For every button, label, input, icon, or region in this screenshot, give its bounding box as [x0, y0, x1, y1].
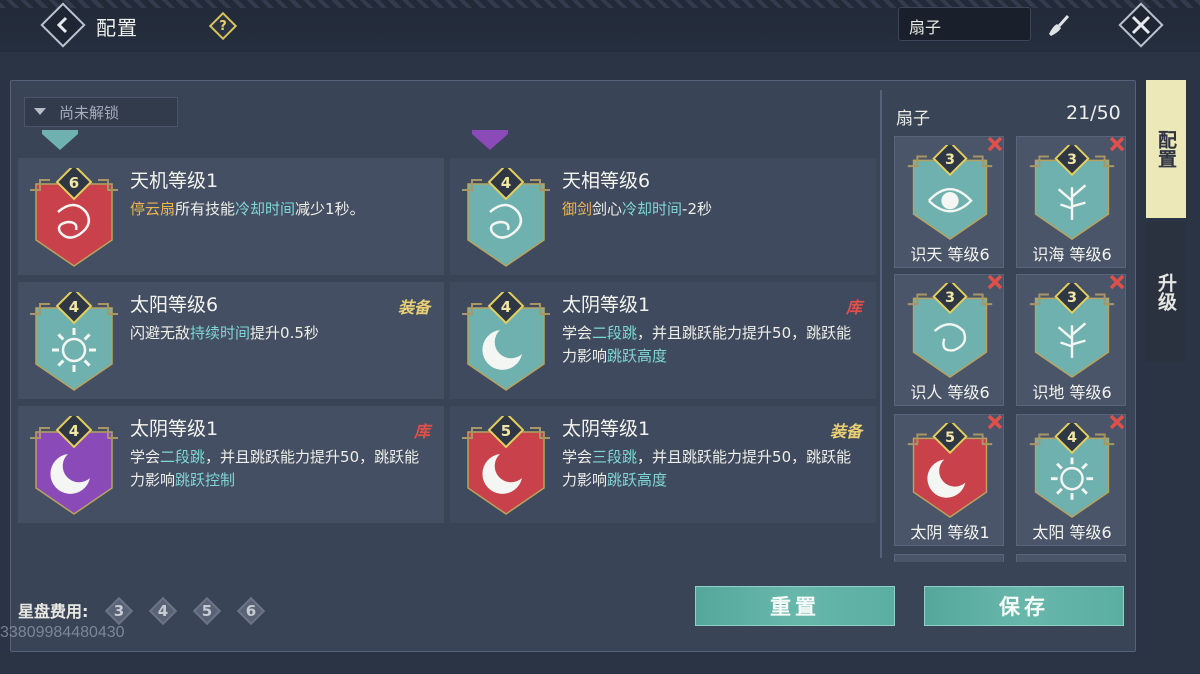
svg-text:5: 5 — [945, 430, 955, 446]
config-count: 21/50 — [1066, 102, 1121, 124]
svg-text:3: 3 — [945, 152, 955, 168]
moon-emblem-icon: 4 — [30, 416, 118, 515]
remove-icon[interactable] — [985, 272, 1005, 292]
unlock-filter-dropdown[interactable]: 尚未解锁 — [24, 97, 178, 127]
card-name: 太阴等级1 — [130, 418, 219, 440]
swirl-emblem-icon: 3 — [907, 283, 993, 378]
scrollbar[interactable] — [880, 90, 882, 558]
card-description: 学会三段跳，并且跳跃能力提升50，跳跃能力影响跳跃高度 — [562, 448, 852, 489]
brush-icon[interactable] — [1043, 12, 1071, 40]
card-name: 天机等级1 — [130, 170, 219, 192]
help-button[interactable]: ? — [208, 11, 238, 41]
tree-emblem-icon: 3 — [1029, 145, 1115, 240]
config-title: 扇子 — [896, 109, 930, 129]
svg-text:3: 3 — [1067, 152, 1077, 168]
svg-text:3: 3 — [945, 290, 955, 306]
tab-upgrade-label: 升级 — [1155, 273, 1177, 311]
cost-gem-icon: 6 — [236, 596, 266, 626]
remove-icon[interactable] — [1107, 134, 1127, 154]
slot-label: 识天 等级6 — [910, 245, 990, 264]
svg-text:6: 6 — [69, 174, 79, 192]
star-card[interactable]: 6 天机等级1 停云扇所有技能冷却时间减少1秒。 — [18, 158, 444, 275]
search-input[interactable]: 扇子 — [898, 7, 1031, 41]
reset-button[interactable]: 重置 — [695, 586, 895, 626]
star-card[interactable]: 4 天相等级6 御剑剑心冷却时间-2秒 — [450, 158, 876, 275]
svg-text:4: 4 — [501, 174, 511, 192]
config-slot[interactable]: 3 识地 等级6 — [1016, 274, 1126, 406]
cost-gem-icon: 3 — [104, 596, 134, 626]
remove-icon[interactable] — [1107, 412, 1127, 432]
svg-text:3: 3 — [1067, 290, 1077, 306]
slot-label: 太阴 等级1 — [910, 523, 990, 542]
close-icon — [1131, 15, 1151, 35]
card-description: 闪避无敌持续时间提升0.5秒 — [130, 324, 319, 342]
back-button[interactable] — [40, 2, 86, 48]
svg-text:4: 4 — [501, 298, 511, 316]
tab-upgrade[interactable]: 升级 — [1146, 222, 1186, 362]
dropdown-label: 尚未解锁 — [59, 103, 120, 122]
svg-text:4: 4 — [69, 422, 79, 440]
card-name: 太阴等级1 — [562, 418, 651, 440]
remove-icon[interactable] — [1107, 272, 1127, 292]
svg-text:4: 4 — [69, 298, 79, 316]
card-name: 太阴等级1 — [562, 294, 651, 316]
config-slot-grid: 3 识天 等级6 3 识海 等级6 3 识人 等级6 3 识地 等级6 5 太阴… — [890, 134, 1130, 562]
status-badge: 库 — [413, 422, 430, 441]
sun-emblem-icon: 4 — [1029, 423, 1115, 518]
help-icon: ? — [219, 18, 227, 34]
partial-emblem-icon — [42, 130, 78, 150]
cost-gem-icon: 4 — [148, 596, 178, 626]
page-title: 配置 — [96, 16, 138, 40]
card-description: 学会二段跳，并且跳跃能力提升50，跳跃能力影响跳跃高度 — [562, 324, 852, 365]
partial-emblem-icon — [472, 130, 508, 150]
card-description: 御剑剑心冷却时间-2秒 — [562, 200, 713, 218]
tree-emblem-icon: 3 — [1029, 283, 1115, 378]
status-badge: 装备 — [829, 422, 862, 441]
star-card[interactable]: 5 太阴等级1 学会三段跳，并且跳跃能力提升50，跳跃能力影响跳跃高度 装备 — [450, 406, 876, 523]
close-button[interactable] — [1118, 2, 1164, 48]
eye-emblem-icon: 3 — [907, 145, 993, 240]
card-description: 停云扇所有技能冷却时间减少1秒。 — [130, 200, 365, 218]
svg-text:5: 5 — [501, 422, 511, 440]
card-name: 天相等级6 — [562, 170, 651, 192]
status-badge: 库 — [845, 298, 862, 317]
config-slot[interactable] — [1016, 554, 1126, 562]
dragon-emblem-icon: 6 — [30, 168, 118, 267]
slot-label: 识海 等级6 — [1032, 245, 1112, 264]
config-slot[interactable]: 3 识海 等级6 — [1016, 136, 1126, 268]
tab-config[interactable]: 配置 — [1146, 80, 1186, 218]
save-button[interactable]: 保存 — [924, 586, 1124, 626]
remove-icon[interactable] — [985, 134, 1005, 154]
slot-label: 太阳 等级6 — [1032, 523, 1112, 542]
chevron-left-icon — [56, 16, 68, 34]
remove-icon[interactable] — [985, 412, 1005, 432]
sun-emblem-icon: 4 — [30, 292, 118, 391]
svg-text:4: 4 — [1067, 430, 1077, 446]
chevron-down-icon — [34, 108, 46, 115]
dragon-emblem-icon: 4 — [462, 168, 550, 267]
star-card[interactable]: 4 太阴等级1 学会二段跳，并且跳跃能力提升50，跳跃能力影响跳跃高度 库 — [450, 282, 876, 399]
star-card[interactable]: 4 太阳等级6 闪避无敌持续时间提升0.5秒 装备 — [18, 282, 444, 399]
config-slot[interactable]: 3 识天 等级6 — [894, 136, 1004, 268]
slot-label: 识人 等级6 — [910, 383, 990, 402]
player-uid: 33809984480430 — [0, 624, 125, 641]
config-slot[interactable] — [894, 554, 1004, 562]
star-list: 6 天机等级1 停云扇所有技能冷却时间减少1秒。 4 天相等级6 御剑剑心冷却时间-… — [18, 130, 876, 546]
cost-gem-icon: 5 — [192, 596, 222, 626]
config-slot[interactable]: 5 太阴 等级1 — [894, 414, 1004, 546]
config-slot[interactable]: 3 识人 等级6 — [894, 274, 1004, 406]
card-name: 太阳等级6 — [130, 294, 219, 316]
moon-emblem-icon: 5 — [462, 416, 550, 515]
cost-label: 星盘费用: — [18, 602, 89, 621]
moon-emblem-icon: 5 — [907, 423, 993, 518]
tab-config-label: 配置 — [1155, 130, 1177, 168]
status-badge: 装备 — [397, 298, 430, 317]
moon-emblem-icon: 4 — [462, 292, 550, 391]
star-card[interactable]: 4 太阴等级1 学会二段跳，并且跳跃能力提升50，跳跃能力影响跳跃控制 库 — [18, 406, 444, 523]
card-description: 学会二段跳，并且跳跃能力提升50，跳跃能力影响跳跃控制 — [130, 448, 420, 489]
config-slot[interactable]: 4 太阳 等级6 — [1016, 414, 1126, 546]
slot-label: 识地 等级6 — [1032, 383, 1112, 402]
